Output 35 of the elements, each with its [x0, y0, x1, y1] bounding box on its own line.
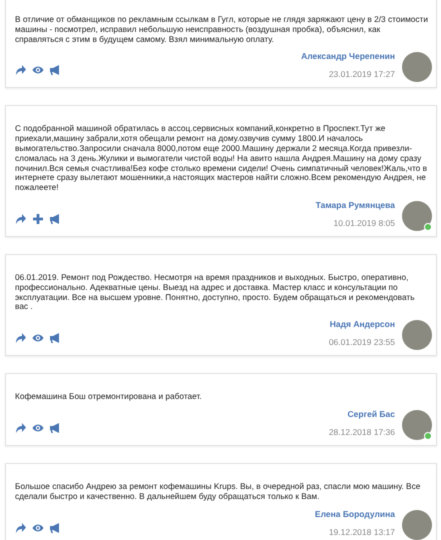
- eye-icon[interactable]: [32, 422, 44, 434]
- share-arrow-icon[interactable]: [15, 64, 27, 76]
- review-date: 10.01.2019 8:05: [334, 218, 395, 228]
- eye-icon[interactable]: [32, 332, 44, 344]
- avatar[interactable]: [402, 510, 432, 540]
- megaphone-icon[interactable]: [49, 422, 61, 434]
- megaphone-icon[interactable]: [49, 332, 61, 344]
- share-arrow-icon[interactable]: [15, 522, 27, 534]
- plus-icon[interactable]: [32, 212, 44, 225]
- review-text: В отличие от обманщиков по рекламным ссылкам в Гугл, которые не глядя заряжают цену в 2/3 стоимости машины - посмотрел, исправил небольшую неисправность (воздушная пробка), объяснил, как справляться с этим в будущем самому. Взял минимальную оплату.: [15, 15, 428, 44]
- review-text: С подобранной машиной обратилась в ассоц.сервисных компаний,конкретно в Проспект.Тут же приехали,машину забрали,хотя обещали ремонт на дому.озвучив сумму 1800.И началось вымогательство.Запросили сначала 8000,потом еще 2000.Машину держали 2 месяца.Когда привезли-сломалась на 3 день.Жулики и вымогатели чистой воды! На авито нашла Андрея.Машину на дому сразу починил.Вся семья счастлива!Без кофе столько времени сидели! Очень симпатичный человек!Жаль,что в интернете сразу вылетают мошенники,а настоящих мастеров найти сложно.Всем рекомендую Андрея, не пожалеете!: [15, 124, 428, 193]
- review-date: 23.01.2019 17:27: [328, 69, 395, 80]
- avatar[interactable]: [402, 52, 432, 82]
- share-arrow-icon[interactable]: [15, 422, 27, 434]
- eye-icon[interactable]: [32, 64, 44, 76]
- review-date: 28.12.2018 17:36: [328, 426, 395, 437]
- avatar[interactable]: [402, 410, 432, 440]
- eye-icon[interactable]: [32, 522, 44, 534]
- avatar[interactable]: [402, 200, 432, 231]
- author-name[interactable]: Александр Черепенин: [301, 51, 395, 62]
- author-name[interactable]: Елена Бородулина: [314, 508, 395, 519]
- author-name[interactable]: Сергей Бас: [348, 408, 395, 419]
- megaphone-icon[interactable]: [49, 212, 61, 225]
- avatar[interactable]: [402, 320, 432, 350]
- review-date: 19.12.2018 13:17: [328, 526, 395, 537]
- review-date: 06.01.2019 23:55: [328, 337, 395, 348]
- share-arrow-icon[interactable]: [15, 212, 27, 225]
- megaphone-icon[interactable]: [49, 64, 61, 76]
- share-arrow-icon[interactable]: [15, 332, 27, 344]
- author-name[interactable]: Надя Андерсон: [330, 319, 395, 330]
- review-text: Кофемашина Бош отремонтирована и работает.: [15, 392, 203, 402]
- author-name[interactable]: Тамара Румянцева: [316, 200, 395, 210]
- review-text: Большое спасибо Андрею за ремонт кофемашины Krups. Вы, в очередной раз, спасли мою машину. Все сделали быстро и качественно. В дальнейшем буду обращаться только к Вам.: [15, 482, 422, 502]
- review-text: 06.01.2019. Ремонт под Рождество. Несмотря на время праздников и выходных. Быстро, оперативно, профессионально. Адекватные цены. Выезд на адрес и доставка. Мастер класс и консультации по эксплуатации. Все на высшем уровне. Понятно, доступно, просто. Будем обращаться и рекомендовать вас .: [15, 272, 416, 312]
- megaphone-icon[interactable]: [49, 522, 61, 534]
